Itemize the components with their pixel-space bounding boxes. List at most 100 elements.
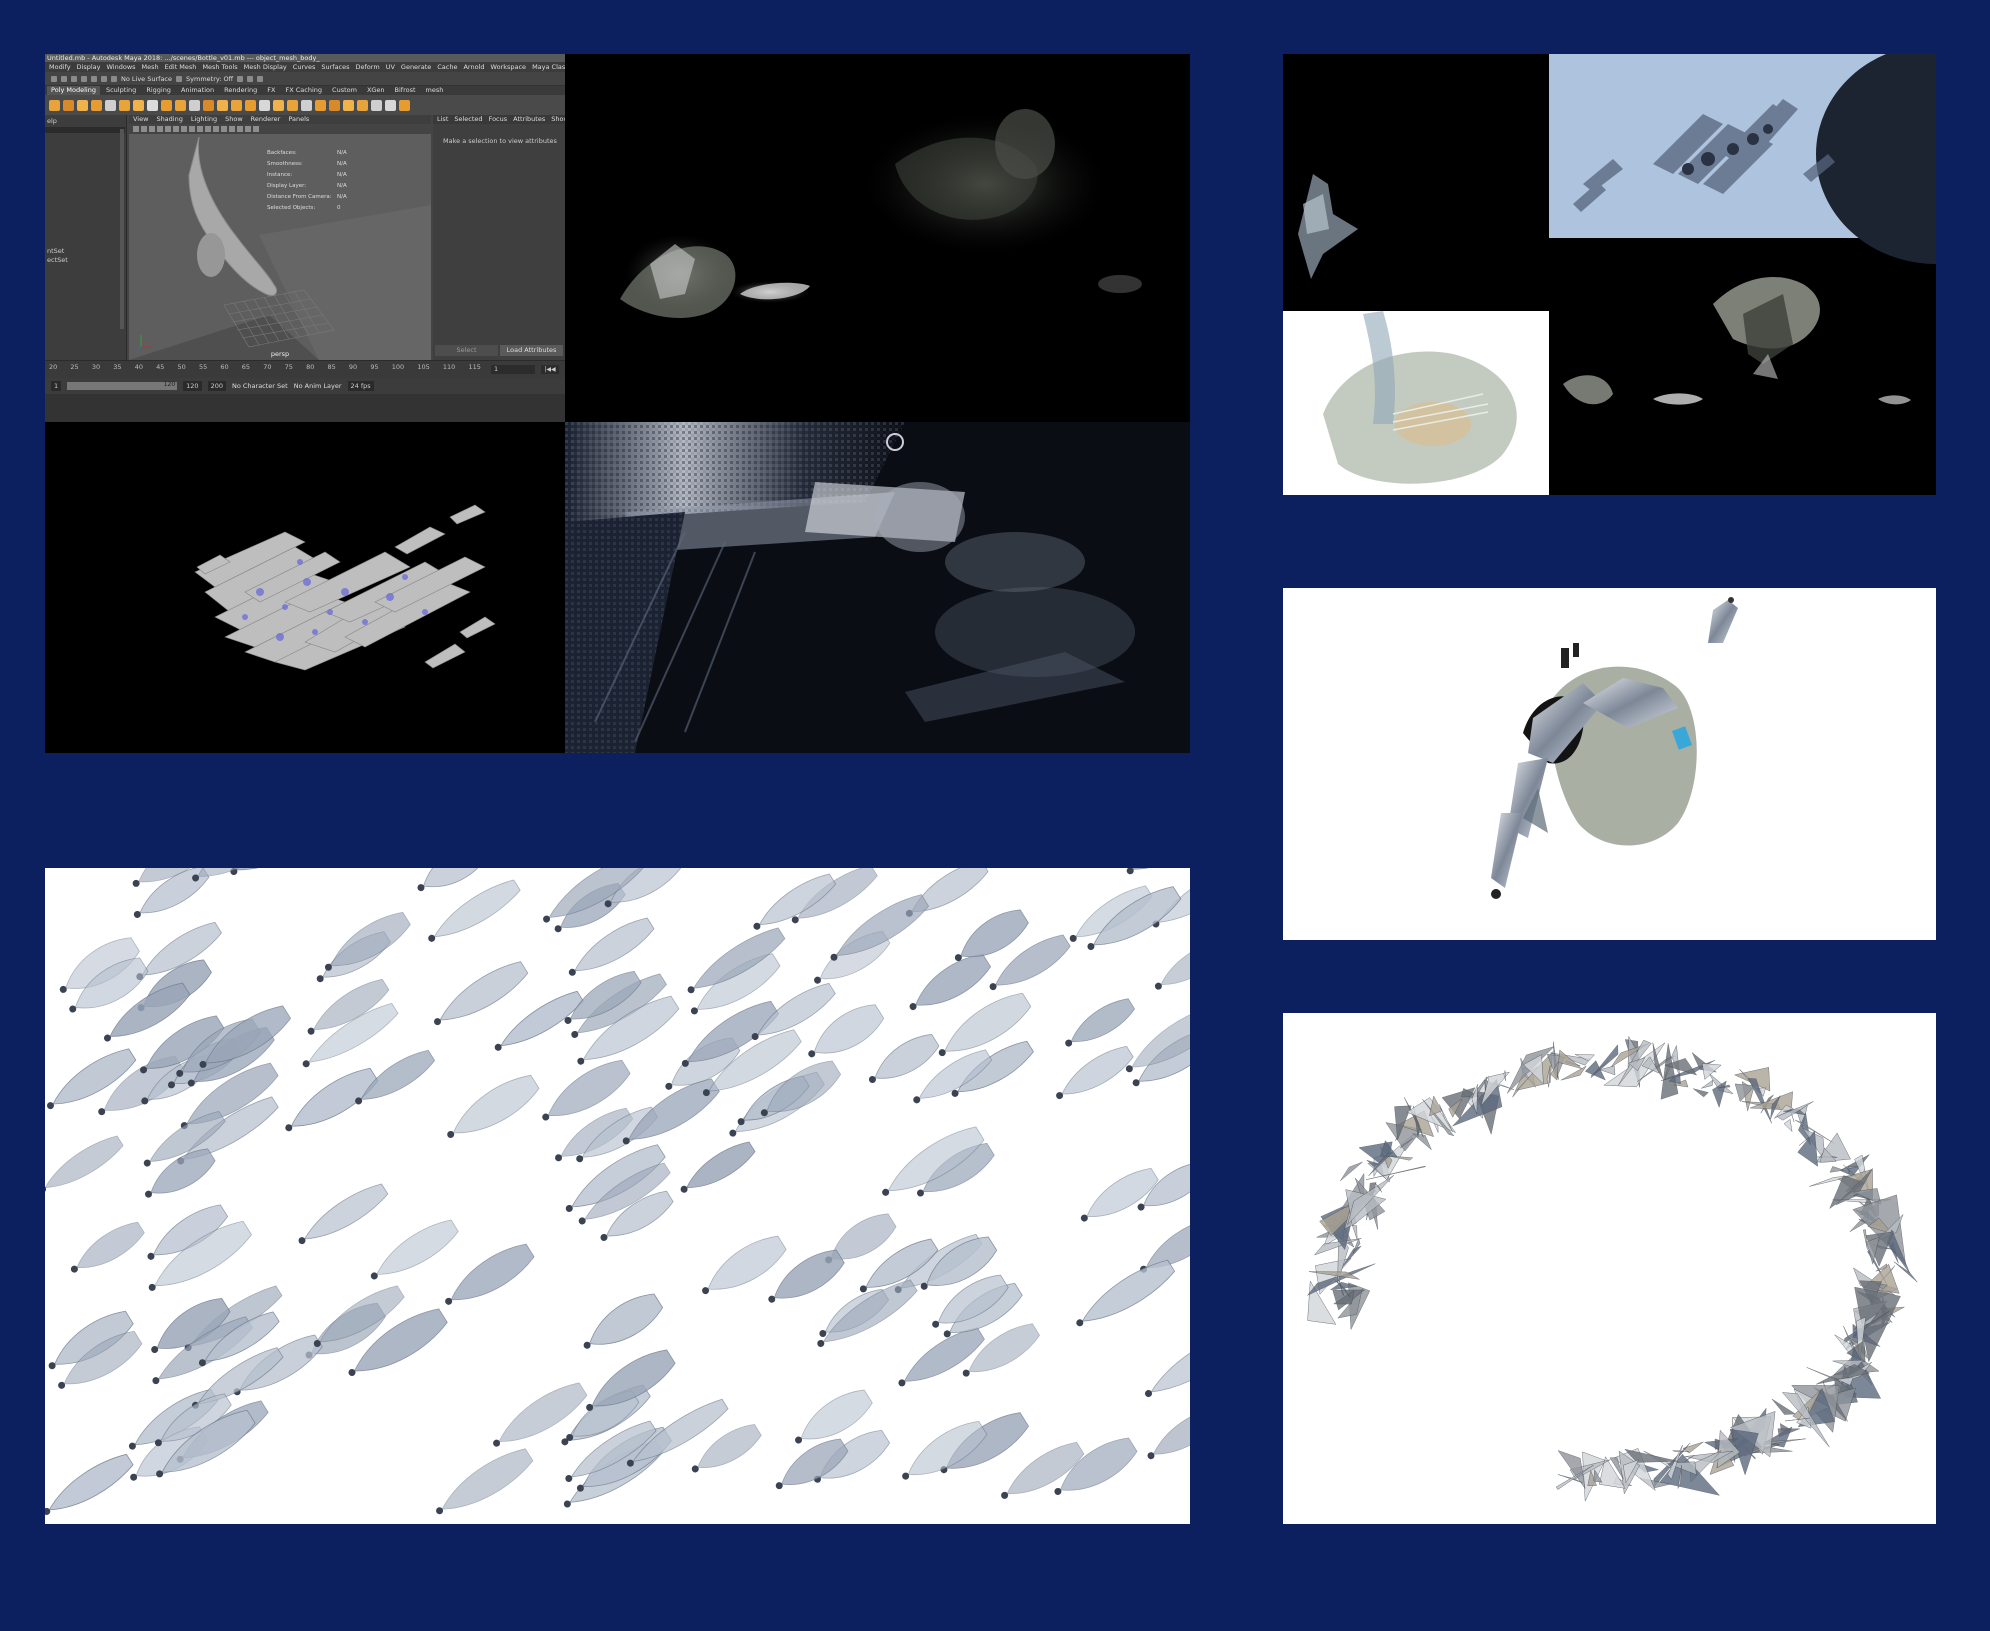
shelf-tool-icon[interactable]	[343, 99, 354, 111]
shelf-tool-icon[interactable]	[175, 99, 186, 111]
shelf-tab[interactable]: Custom	[328, 86, 361, 95]
menu-item[interactable]: Arnold	[463, 62, 484, 72]
shelf-tool-icon[interactable]	[399, 99, 410, 111]
render-image	[1283, 54, 1936, 495]
playback-controls[interactable]: |◀◀	[541, 365, 559, 374]
shelf-tool-icon[interactable]	[301, 99, 312, 111]
snap-point-icon[interactable]	[111, 75, 117, 82]
anim-layer-dropdown[interactable]: No Anim Layer	[294, 382, 342, 390]
camera-label: persp	[270, 350, 290, 358]
shelf-tool-icon[interactable]	[119, 99, 130, 111]
attribute-menu-item[interactable]: List	[437, 115, 448, 124]
symmetry-dropdown[interactable]: Symmetry: Off	[186, 75, 233, 83]
time-slider[interactable]: 20 25 30 35 40 45 50 55 60 65 70 75 80 85 90 95 100 105 11…	[45, 360, 565, 378]
outliner-help[interactable]: elp	[47, 117, 57, 125]
shelf-tool-icon[interactable]	[329, 99, 340, 111]
menu-item[interactable]: Cache	[437, 62, 457, 72]
menu-item[interactable]: Display	[77, 62, 101, 72]
live-surface-label[interactable]: No Live Surface	[121, 75, 172, 83]
menu-item[interactable]: Mesh Tools	[202, 62, 237, 72]
start-frame-field[interactable]: 1	[51, 381, 62, 391]
menu-item[interactable]: UV	[386, 62, 395, 72]
menu-item[interactable]: Generate	[401, 62, 431, 72]
attribute-menu-item[interactable]: Selected	[454, 115, 482, 124]
shelf-tool-icon[interactable]	[273, 99, 284, 111]
time-tick-label: 45	[156, 363, 165, 371]
outliner-scrollbar[interactable]	[120, 129, 124, 329]
attribute-menu-item[interactable]: Attributes	[513, 115, 545, 124]
shelf-tab[interactable]: Sculpting	[102, 86, 140, 95]
bottle-shape	[45, 1453, 134, 1515]
shelf-tool-icon[interactable]	[49, 99, 60, 111]
shelf-tool-icon[interactable]	[147, 99, 158, 111]
menu-item[interactable]: Surfaces	[321, 62, 349, 72]
bottle-shape	[436, 1448, 534, 1515]
shelf-tool-icon[interactable]	[91, 99, 102, 111]
shelf-tool-icon[interactable]	[231, 99, 242, 111]
shelf-tool-icon[interactable]	[189, 99, 200, 111]
save-scene-icon[interactable]	[71, 75, 77, 82]
menu-item[interactable]: Modify	[49, 62, 71, 72]
snap-curve-icon[interactable]	[101, 75, 107, 82]
shelf-tool-icon[interactable]	[385, 99, 396, 111]
menu-item[interactable]: Edit Mesh	[165, 62, 197, 72]
shelf-tool-icon[interactable]	[371, 99, 382, 111]
shelf-tool-icon[interactable]	[133, 99, 144, 111]
open-scene-icon[interactable]	[61, 75, 67, 82]
shelf-tool-icon[interactable]	[63, 99, 74, 111]
shelf-tab[interactable]: Rendering	[220, 86, 261, 95]
shelf-tool-icon[interactable]	[161, 99, 172, 111]
shelf-tab[interactable]: Animation	[177, 86, 218, 95]
fps-dropdown[interactable]: 24 fps	[347, 381, 374, 391]
menu-item[interactable]: Mesh	[142, 62, 159, 72]
render-settings-icon[interactable]	[257, 75, 264, 82]
shelf-tab[interactable]: Rigging	[142, 86, 175, 95]
shelf-tab[interactable]: Poly Modeling	[47, 86, 100, 95]
new-scene-icon[interactable]	[51, 75, 57, 82]
shelf-tool-icon[interactable]	[315, 99, 326, 111]
shelf-tab[interactable]: FX Caching	[282, 86, 327, 95]
hud-row: Smoothness: N/A	[267, 159, 347, 170]
shelf-tab[interactable]: XGen	[363, 86, 389, 95]
menu-item[interactable]: Curves	[293, 62, 316, 72]
anim-end-field[interactable]: 200	[207, 381, 226, 391]
shelf-tool-icon[interactable]	[77, 99, 88, 111]
dark-render-creatures	[565, 54, 1190, 422]
snap-grid-icon[interactable]	[91, 75, 97, 82]
shard	[1862, 1229, 1868, 1250]
select-mode-icon[interactable]	[81, 75, 87, 82]
menu-item[interactable]: Windows	[107, 62, 136, 72]
shelf-tab[interactable]: mesh	[422, 86, 448, 95]
shelf-tool-icon[interactable]	[217, 99, 228, 111]
shelf-tool-icon[interactable]	[203, 99, 214, 111]
shelf-tool-icon[interactable]	[287, 99, 298, 111]
main-menubar: Modify Display Windows Mesh Edit Mesh Mesh To…	[45, 62, 565, 72]
bottle-swarm-viewport-render	[45, 422, 565, 753]
shelf-tool-icon[interactable]	[259, 99, 270, 111]
outliner-item[interactable]: ntSet	[47, 247, 64, 255]
shelf-tab[interactable]: Bifrost	[391, 86, 420, 95]
shelf-tool-icon[interactable]	[105, 99, 116, 111]
attribute-menu-item[interactable]: Focus	[489, 115, 508, 124]
attribute-menu-item[interactable]: Show	[551, 115, 565, 124]
menu-item[interactable]: Maya Classic	[532, 62, 565, 72]
character-set-dropdown[interactable]: No Character Set	[232, 382, 288, 390]
current-frame-field[interactable]: 1	[491, 365, 535, 374]
outliner-search[interactable]	[45, 127, 125, 133]
render-icon[interactable]	[237, 75, 244, 82]
shelf-tab[interactable]: FX	[263, 86, 279, 95]
bottle-shape	[1147, 1406, 1190, 1460]
menu-item[interactable]: Mesh Display	[244, 62, 287, 72]
menu-item[interactable]: Deform	[356, 62, 380, 72]
outliner-item[interactable]: ectSet	[47, 256, 68, 264]
menu-item[interactable]: Workspace	[491, 62, 527, 72]
ipr-render-icon[interactable]	[247, 75, 254, 82]
end-frame-field[interactable]: 120	[183, 381, 202, 391]
hud-value: N/A	[337, 161, 347, 167]
shelf-tool-icon[interactable]	[245, 99, 256, 111]
select-button[interactable]: Select	[435, 345, 498, 356]
load-attributes-button[interactable]: Load Attributes	[500, 345, 563, 356]
shelf-tool-icon[interactable]	[357, 99, 368, 111]
range-bar[interactable]: 120	[67, 381, 178, 390]
command-line[interactable]	[45, 394, 565, 422]
